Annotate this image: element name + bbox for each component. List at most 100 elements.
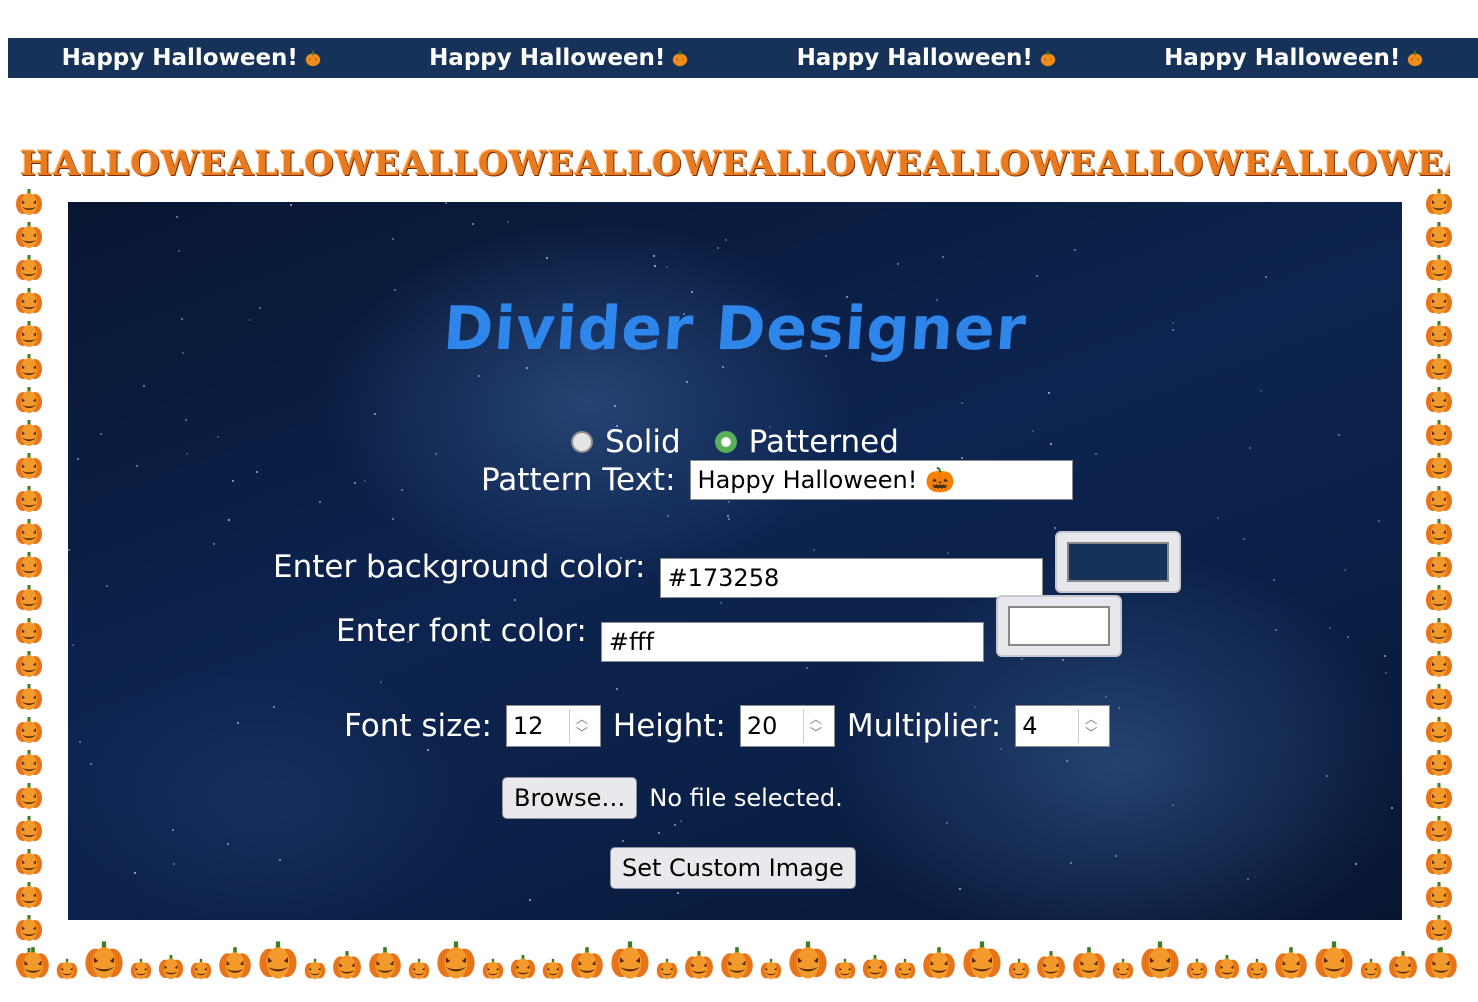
star [1172,804,1174,806]
chevron-up-icon[interactable]: ︿ [810,712,822,726]
pumpkin-icon [482,958,504,980]
size-controls-row: Font size: 12 ︿ ﹀ Height: 20 ︿ ﹀ Multiplie… [344,705,1111,747]
banner-item: Happy Halloween! [1111,45,1478,71]
star [667,515,669,517]
browse-button[interactable]: Browse… [502,777,638,819]
background-color-picker[interactable] [1054,531,1181,593]
pumpkin-icon [16,255,42,281]
chevron-down-icon[interactable]: ﹀ [810,726,822,740]
pumpkin-icon [789,941,827,979]
pumpkin-icon [16,684,42,710]
pumpkin-icon [16,222,42,248]
designer-panel: Divider Designer Solid Patterned Pattern… [68,202,1402,920]
font-size-input[interactable]: 12 ︿ ﹀ [505,705,601,747]
star [472,223,474,225]
background-color-label: Enter background color: [273,549,646,585]
star [394,289,396,291]
multiplier-stepper[interactable]: ︿ ﹀ [1078,709,1103,743]
pumpkin-icon [923,947,955,979]
star [1260,390,1262,392]
font-color-picker[interactable] [995,595,1122,657]
pumpkin-icon [1426,849,1452,875]
pumpkin-icon [333,951,361,979]
halloween-letters-border: HALLOWEALLOWEALLOWEALLOWEALLOWEALLOWEALL… [20,144,1450,184]
set-custom-image-button[interactable]: Set Custom Image [610,847,856,889]
pumpkin-icon [1426,189,1452,215]
pumpkin-icon [1186,958,1208,980]
star [728,501,730,503]
pumpkin-icon [1214,954,1240,980]
star [674,824,676,826]
multiplier-input[interactable]: 4 ︿ ﹀ [1015,705,1111,747]
star [507,221,509,223]
pumpkin-icon [834,958,856,980]
pumpkin-icon [1426,750,1452,776]
pumpkin-icon [219,947,251,979]
star [897,263,899,265]
pumpkin-icon [16,816,42,842]
star [658,832,660,834]
pumpkin-icon [1426,816,1452,842]
star [427,749,429,751]
star [380,681,382,683]
chevron-up-icon[interactable]: ︿ [1085,712,1097,726]
star [364,480,366,482]
pumpkin-icon [1008,958,1030,980]
pumpkin-icon [16,717,42,743]
pumpkin-icon [16,387,42,413]
pumpkin-icon [1426,585,1452,611]
banner-item: Happy Halloween! [743,45,1111,71]
star [677,892,679,894]
pumpkin-icon [1141,941,1179,979]
star [173,863,175,865]
star [1118,707,1120,709]
pumpkin-icon [510,954,536,980]
pumpkin-icon [1040,50,1056,67]
star [68,549,70,551]
star [1070,862,1072,864]
star [622,840,624,842]
star [478,375,480,377]
pumpkin-icon [571,947,603,979]
star [256,471,258,473]
star [290,204,292,206]
chevron-up-icon[interactable]: ︿ [576,712,588,726]
pumpkin-icon [16,585,42,611]
pattern-text-row: Pattern Text: Happy Halloween! 🎃 [481,460,1073,500]
font-size-value: 12 [512,712,544,740]
pumpkin-border-bottom [14,930,1464,980]
pattern-text-input[interactable]: Happy Halloween! 🎃 [689,460,1073,500]
pumpkin-icon [1426,255,1452,281]
height-input[interactable]: 20 ︿ ﹀ [739,705,835,747]
background-color-input[interactable]: #173258 [659,558,1043,598]
chevron-down-icon[interactable]: ﹀ [1085,726,1097,740]
font-color-swatch [1007,606,1110,646]
pumpkin-icon [1426,420,1452,446]
pumpkin-icon [1426,519,1452,545]
font-size-stepper[interactable]: ︿ ﹀ [568,709,594,743]
pumpkin-icon [1426,651,1452,677]
divider-type-options: Solid Patterned [68,422,1402,462]
multiplier-label: Multiplier: [846,708,1002,744]
pumpkin-icon [16,321,42,347]
star [666,266,668,268]
pumpkin-border-right [1424,188,1456,980]
chevron-down-icon[interactable]: ﹀ [576,726,588,740]
star [691,291,693,293]
solid-radio[interactable] [571,431,594,453]
height-stepper[interactable]: ︿ ﹀ [802,709,828,743]
pumpkin-icon [1408,50,1423,67]
patterned-radio[interactable] [714,431,737,453]
pumpkin-icon [437,941,475,979]
page-title: Divider Designer [441,294,1029,364]
pumpkin-icon [1389,951,1417,979]
star [232,480,234,482]
star [1054,527,1056,529]
pumpkin-icon [408,958,430,980]
font-color-input[interactable]: #fff [600,622,984,662]
pumpkin-icon [1426,783,1452,809]
pumpkin-icon [16,651,42,677]
pumpkin-icon [1315,941,1353,979]
pumpkin-icon [1426,717,1452,743]
star [727,515,729,517]
